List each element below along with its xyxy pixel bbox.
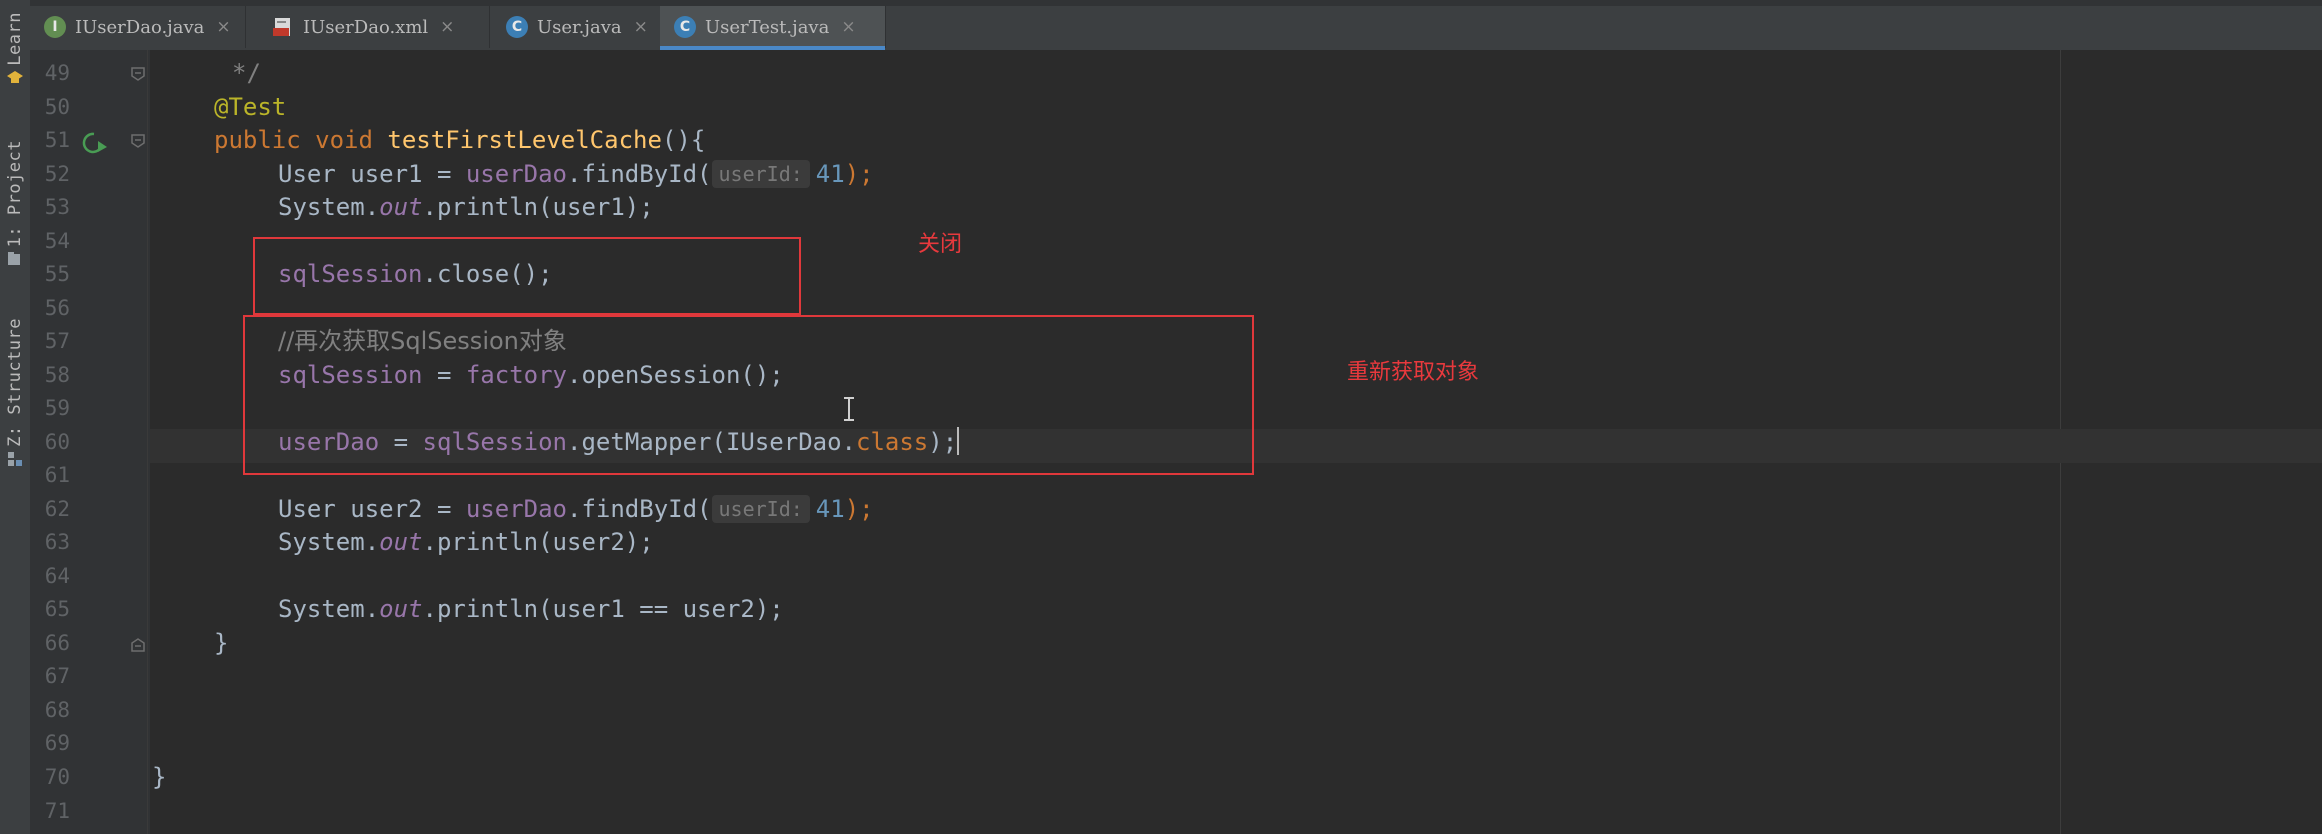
keywords: public void bbox=[214, 126, 388, 154]
line-number: 50 bbox=[44, 95, 70, 119]
line-number: 53 bbox=[44, 195, 70, 219]
code-text: ); bbox=[844, 495, 874, 523]
code-line-65[interactable]: System.out.println(user1 == user2); bbox=[150, 593, 784, 627]
line-number: 63 bbox=[44, 530, 70, 554]
close-icon[interactable]: × bbox=[841, 17, 855, 37]
xml-file-icon bbox=[273, 18, 290, 36]
code-line-62[interactable]: User user2 = userDao.findById(userId: 41)… bbox=[150, 493, 874, 527]
structure-icon bbox=[8, 451, 22, 466]
line-number: 66 bbox=[44, 631, 70, 655]
close-icon[interactable]: × bbox=[216, 17, 230, 37]
line-number: 68 bbox=[44, 698, 70, 722]
close-annotation-label: 关闭 bbox=[918, 232, 963, 257]
line-number: 54 bbox=[44, 229, 70, 253]
line-number: 58 bbox=[44, 363, 70, 387]
line-number: 71 bbox=[44, 799, 70, 823]
line-number: 49 bbox=[44, 61, 70, 85]
parameter-hint: userId: bbox=[711, 495, 810, 523]
field-ref: userDao bbox=[465, 495, 567, 523]
close-icon[interactable]: × bbox=[634, 17, 648, 37]
code-line-63[interactable]: System.out.println(user2); bbox=[150, 526, 654, 560]
tab-usertest-java[interactable]: C UserTest.java × bbox=[660, 6, 886, 50]
fold-marker-icon[interactable] bbox=[130, 66, 146, 82]
learn-tool-label: Learn bbox=[5, 12, 25, 66]
tab-label: IUserDao.java bbox=[75, 16, 205, 38]
code-line-50[interactable]: @Test bbox=[150, 91, 286, 125]
line-number: 51 bbox=[44, 128, 70, 152]
code-text: .findById( bbox=[567, 160, 712, 188]
code-text: System. bbox=[278, 528, 380, 556]
code-text: System. bbox=[278, 595, 380, 623]
tool-window-strip: Learn 1: Project Z: Structure bbox=[0, 0, 31, 834]
number-literal: 41 bbox=[815, 160, 845, 188]
code-line-66[interactable]: } bbox=[150, 627, 228, 661]
code-text: User user2 = bbox=[278, 495, 466, 523]
ide-window: Learn 1: Project Z: Structure I IUserDao… bbox=[0, 0, 2322, 834]
folder-icon bbox=[8, 252, 20, 266]
class-icon: C bbox=[674, 16, 696, 38]
method-name: testFirstLevelCache bbox=[387, 126, 662, 154]
line-number: 52 bbox=[44, 162, 70, 186]
tab-label: User.java bbox=[537, 16, 622, 38]
line-number: 56 bbox=[44, 296, 70, 320]
tab-iuserdao-java[interactable]: I IUserDao.java × bbox=[30, 6, 246, 48]
fold-marker-icon[interactable] bbox=[130, 133, 146, 149]
static-field: out bbox=[379, 528, 423, 556]
line-number: 59 bbox=[44, 396, 70, 420]
structure-tool-label: Z: Structure bbox=[5, 318, 25, 447]
ibeam-cursor-icon bbox=[844, 397, 854, 421]
line-number: 64 bbox=[44, 564, 70, 588]
fold-marker-icon[interactable] bbox=[130, 637, 146, 653]
code-line-51[interactable]: public void testFirstLevelCache(){ bbox=[150, 124, 705, 158]
code-text: .println(user2); bbox=[422, 528, 654, 556]
reacquire-annotation-label: 重新获取对象 bbox=[1347, 360, 1480, 385]
code-line-49[interactable]: */ bbox=[150, 57, 261, 91]
line-number: 60 bbox=[44, 430, 70, 454]
close-icon[interactable]: × bbox=[440, 17, 454, 37]
class-icon: C bbox=[506, 16, 528, 38]
project-tool-label: 1: Project bbox=[5, 140, 25, 248]
code-line-52[interactable]: User user1 = userDao.findById(userId: 41)… bbox=[150, 158, 874, 192]
code-text: User user1 = bbox=[278, 160, 466, 188]
line-number: 65 bbox=[44, 597, 70, 621]
code-text: System. bbox=[278, 193, 380, 221]
editor-tab-bar: I IUserDao.java × IUserDao.xml × C User.… bbox=[30, 0, 2322, 51]
static-field: out bbox=[379, 193, 423, 221]
code-text: .findById( bbox=[567, 495, 712, 523]
graduation-cap-icon bbox=[7, 70, 23, 83]
line-number: 69 bbox=[44, 731, 70, 755]
structure-tool-tab[interactable]: Z: Structure bbox=[0, 318, 30, 471]
interface-icon: I bbox=[44, 16, 66, 38]
code-text: .println(user1); bbox=[422, 193, 654, 221]
gutter-separator bbox=[147, 50, 148, 834]
line-number: 62 bbox=[44, 497, 70, 521]
tab-iuserdao-xml[interactable]: IUserDao.xml × bbox=[258, 6, 490, 48]
line-number: 70 bbox=[44, 765, 70, 789]
reacquire-annotation-box bbox=[243, 315, 1254, 475]
tab-user-java[interactable]: C User.java × bbox=[492, 6, 688, 48]
line-number: 67 bbox=[44, 664, 70, 688]
run-test-icon[interactable] bbox=[80, 130, 110, 156]
line-number: 55 bbox=[44, 262, 70, 286]
code-text: .println(user1 == user2); bbox=[422, 595, 784, 623]
code-line-53[interactable]: System.out.println(user1); bbox=[150, 191, 654, 225]
line-number: 61 bbox=[44, 463, 70, 487]
field-ref: userDao bbox=[465, 160, 567, 188]
code-text: (){ bbox=[661, 126, 706, 154]
learn-tool-tab[interactable]: Learn bbox=[0, 12, 30, 90]
code-line-70[interactable]: } bbox=[150, 761, 166, 795]
code-text: ); bbox=[844, 160, 874, 188]
parameter-hint: userId: bbox=[711, 160, 810, 188]
number-literal: 41 bbox=[815, 495, 845, 523]
tab-label: IUserDao.xml bbox=[303, 16, 429, 38]
tab-label: UserTest.java bbox=[705, 16, 830, 38]
project-tool-tab[interactable]: 1: Project bbox=[0, 140, 30, 271]
static-field: out bbox=[379, 595, 423, 623]
line-number: 57 bbox=[44, 329, 70, 353]
close-annotation-box bbox=[253, 237, 801, 315]
